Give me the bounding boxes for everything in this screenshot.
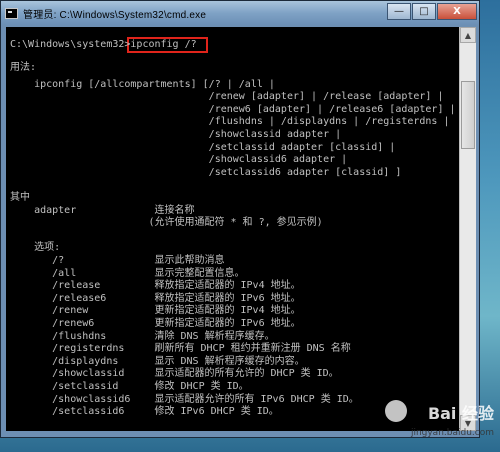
console-output[interactable]: C:\Windows\system32>ipconfig /? 用法: ipcon… <box>6 27 459 431</box>
watermark-brand: Bai 经验 <box>427 404 494 423</box>
baidu-paw-icon <box>384 400 407 422</box>
console-line: 选项: <box>10 242 61 254</box>
console-line: /setclassid6 adapter [classid] ] <box>10 166 402 178</box>
cmd-icon <box>5 7 18 19</box>
window-title: 管理员: C:\Windows\System32\cmd.exe <box>23 9 207 21</box>
console-line: /registerdns 刷新所有 DHCP 租约并重新注册 DNS 名称 <box>10 343 351 355</box>
maximize-button[interactable]: □ <box>412 3 436 20</box>
console-line: /showclassid adapter | <box>10 129 342 140</box>
console-line: /showclassid 显示适配器的所有允许的 DHCP 类 ID。 <box>10 368 339 380</box>
console-line: /release 释放指定适配器的 IPv4 地址。 <box>10 280 301 292</box>
console-line: /showclassid6 显示适配器允许的所有 IPv6 DHCP 类 ID。 <box>10 393 359 405</box>
console-line: adapter 连接名称 <box>10 204 195 216</box>
console-line: /setclassid adapter [classid] | <box>10 141 396 153</box>
baidu-watermark: Bai 经验 jingyan.baidu.com <box>384 400 494 438</box>
window-controls: — □ X <box>387 3 477 20</box>
console-line: /? 显示此帮助消息 <box>10 255 225 266</box>
console-line: 用法: <box>10 61 37 73</box>
console-line: /renew6 更新指定适配器的 IPv6 地址。 <box>10 318 301 329</box>
cmd-window: 管理员: C:\Windows\System32\cmd.exe — □ X C… <box>0 0 480 438</box>
console-line: /flushdns | /displaydns | /registerdns | <box>10 116 450 128</box>
console-line: /setclassid 修改 DHCP 类 ID。 <box>10 381 249 392</box>
console-line: C:\Windows\system32>ipconfig /? <box>10 39 197 50</box>
console-line: ipconfig [/allcompartments] [/? | /all | <box>10 78 275 90</box>
scrollbar-thumb[interactable] <box>461 81 475 149</box>
console-line: /displaydns 显示 DNS 解析程序缓存的内容。 <box>10 355 305 367</box>
vertical-scrollbar[interactable]: ▲ ▼ <box>459 27 476 431</box>
watermark-url: jingyan.baidu.com <box>410 428 494 438</box>
console-line: 其中 <box>10 192 30 203</box>
scroll-up-arrow-icon[interactable]: ▲ <box>460 27 476 43</box>
console-line: /setclassid6 修改 IPv6 DHCP 类 ID。 <box>10 406 279 418</box>
console-line: /renew 更新指定适配器的 IPv4 地址。 <box>10 305 301 317</box>
console-line: /showclassid6 adapter | <box>10 154 348 166</box>
close-button[interactable]: X <box>437 3 477 20</box>
console-line: /release6 释放指定适配器的 IPv6 地址。 <box>10 292 301 304</box>
console-line: (允许使用通配符 * 和 ?, 参见示例) <box>10 217 323 229</box>
minimize-button[interactable]: — <box>387 3 411 20</box>
console-line: /renew6 [adapter] | /release6 [adapter] … <box>10 103 456 115</box>
title-bar[interactable]: 管理员: C:\Windows\System32\cmd.exe — □ X <box>1 1 479 25</box>
console-line: /all 显示完整配置信息。 <box>10 267 245 279</box>
console-line: /renew [adapter] | /release [adapter] | <box>10 91 444 103</box>
console-line: /flushdns 清除 DNS 解析程序缓存。 <box>10 330 275 342</box>
